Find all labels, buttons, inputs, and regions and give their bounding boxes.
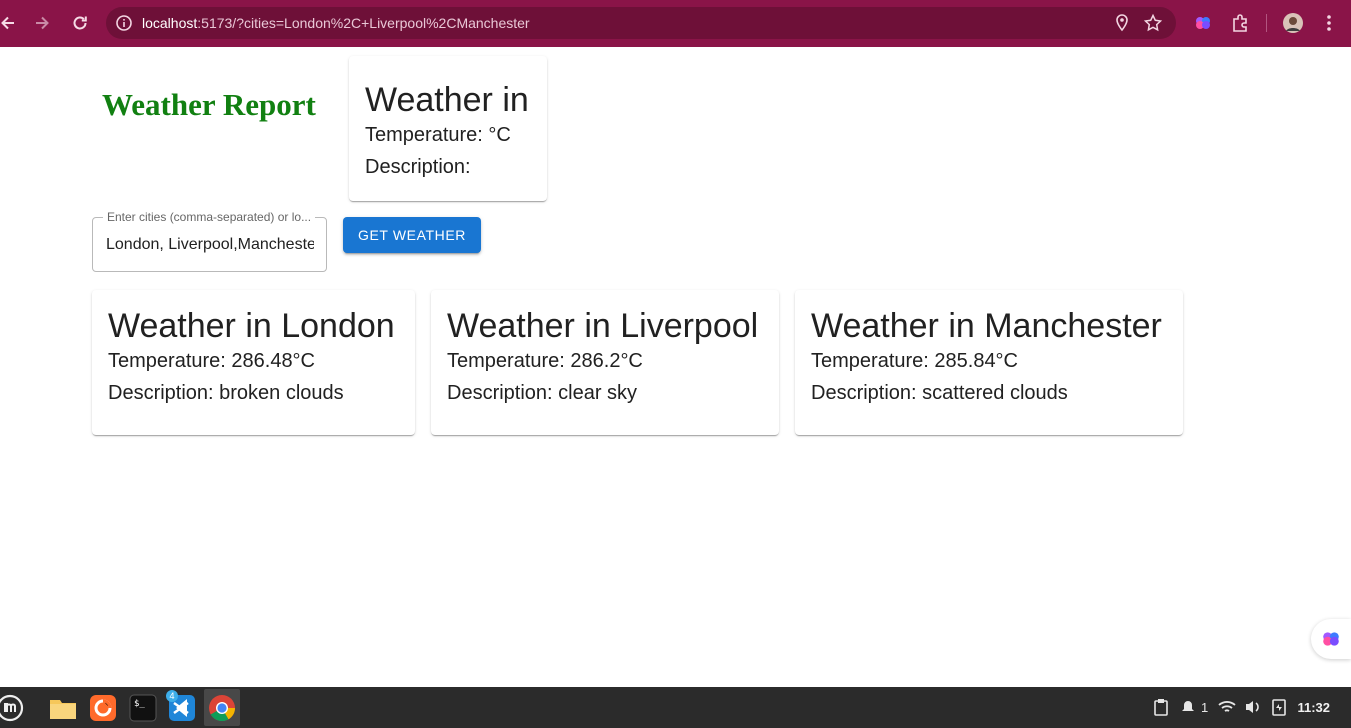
clock[interactable]: 11:32 [1297, 687, 1330, 728]
card-temperature: Temperature: °C [365, 124, 511, 146]
card-heading: Weather in Liverpool [447, 307, 759, 345]
profile-avatar[interactable] [1281, 11, 1305, 35]
brain-extension-icon[interactable] [1191, 11, 1215, 35]
weather-card-liverpool: Weather in Liverpool Temperature: 286.2°… [431, 290, 779, 435]
chrome-icon[interactable] [204, 689, 240, 726]
card-description: Description: broken clouds [108, 382, 344, 404]
clipboard-icon[interactable] [1153, 697, 1169, 717]
notifications-icon[interactable] [1180, 697, 1196, 717]
reload-button[interactable] [66, 9, 94, 37]
card-temperature: Temperature: 286.2°C [447, 350, 643, 372]
card-description: Description: scattered clouds [811, 382, 1068, 404]
cities-input[interactable] [106, 232, 314, 258]
placeholder-weather-card: Weather in Temperature: °C Description: [349, 56, 547, 201]
get-weather-button[interactable]: GET WEATHER [343, 217, 481, 253]
url-text[interactable]: localhost:5173/?cities=London%2C+Liverpo… [142, 7, 530, 39]
extensions-puzzle-icon[interactable] [1228, 11, 1252, 35]
forward-button[interactable] [28, 9, 56, 37]
bookmark-star-icon[interactable] [1143, 13, 1163, 33]
svg-text:$_: $_ [134, 699, 145, 709]
notifications-count: 1 [1201, 699, 1209, 715]
firefox-icon[interactable] [85, 689, 121, 726]
reload-icon [73, 16, 87, 30]
cities-field[interactable]: Enter cities (comma-separated) or lo... [92, 211, 327, 272]
weather-card-manchester: Weather in Manchester Temperature: 285.8… [795, 290, 1183, 435]
card-heading: Weather in London [108, 307, 395, 345]
toolbar-divider [1266, 14, 1267, 32]
card-heading: Weather in [365, 81, 529, 119]
card-description: Description: clear sky [447, 382, 638, 404]
location-pin-icon[interactable] [1112, 13, 1132, 33]
wifi-icon[interactable] [1218, 697, 1236, 717]
vscode-icon[interactable]: 4 [164, 689, 200, 726]
card-temperature: Temperature: 286.48°C [108, 350, 316, 372]
forward-arrow-icon [36, 16, 49, 30]
vscode-badge: 4 [166, 690, 178, 702]
mint-menu-icon[interactable] [0, 689, 28, 726]
address-bar[interactable]: localhost:5173/?cities=London%2C+Liverpo… [106, 7, 1176, 39]
browser-menu-icon[interactable] [1317, 11, 1341, 35]
floating-brain-icon[interactable] [1311, 619, 1351, 659]
card-temperature: Temperature: 285.84°C [811, 350, 1019, 372]
weather-card-london: Weather in London Temperature: 286.48°C … [92, 290, 415, 435]
terminal-icon[interactable]: $_ [125, 689, 161, 726]
back-button[interactable] [0, 9, 22, 37]
battery-icon[interactable] [1271, 697, 1287, 717]
cities-field-label: Enter cities (comma-separated) or lo... [103, 211, 316, 224]
site-info-icon[interactable] [115, 14, 133, 37]
taskbar: $_ 4 1 11:32 [0, 687, 1351, 728]
files-icon[interactable] [45, 689, 81, 726]
browser-toolbar: localhost:5173/?cities=London%2C+Liverpo… [0, 0, 1351, 47]
card-heading: Weather in Manchester [811, 307, 1162, 345]
page-title: Weather Report [102, 87, 316, 122]
volume-icon[interactable] [1244, 697, 1262, 717]
card-description: Description: [365, 156, 471, 178]
page-content: Weather Report Weather in Temperature: °… [0, 47, 1351, 687]
back-arrow-icon [1, 16, 14, 30]
